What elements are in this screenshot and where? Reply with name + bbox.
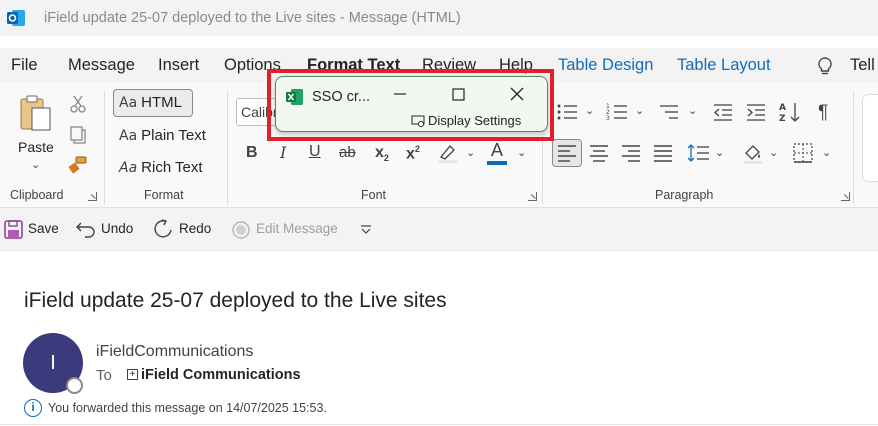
rich-text-button[interactable]: Aa Rich Text [119, 159, 203, 176]
edit-message-button: Edit Message [256, 221, 338, 236]
tab-table-design[interactable]: Table Design [558, 56, 653, 75]
ribbon-separator [853, 92, 854, 204]
increase-indent-icon[interactable] [745, 102, 767, 127]
multilevel-dropdown-icon[interactable]: ⌄ [688, 104, 697, 117]
bullets-dropdown-icon[interactable]: ⌄ [585, 104, 594, 117]
svg-text:Z: Z [779, 114, 786, 124]
underline-button[interactable]: U [309, 143, 321, 161]
tab-table-layout[interactable]: Table Layout [677, 56, 771, 75]
paragraph-launcher-icon[interactable] [841, 192, 850, 201]
font-launcher-icon[interactable] [528, 192, 537, 201]
message-subject: iField update 25-07 deployed to the Live… [24, 289, 447, 312]
numbering-dropdown-icon[interactable]: ⌄ [635, 104, 644, 117]
copy-icon[interactable] [69, 125, 87, 150]
paste-icon[interactable] [18, 94, 56, 139]
save-button[interactable]: Save [28, 221, 59, 236]
tab-options[interactable]: Options [224, 56, 281, 75]
outlook-app-icon[interactable] [6, 8, 26, 28]
display-settings-icon [411, 115, 425, 133]
info-icon: i [24, 399, 42, 417]
quick-access-toolbar: Save Undo Redo Edit Message [0, 208, 878, 251]
highlight-icon[interactable] [437, 142, 459, 169]
font-color-swatch [487, 161, 507, 165]
ribbon-separator [104, 92, 105, 204]
excel-app-icon [286, 88, 304, 111]
window-thumbnail-popup[interactable]: SSO cr... Display Settings [275, 76, 548, 132]
align-center-icon[interactable] [589, 144, 609, 167]
tab-tell-me[interactable]: Tell [850, 56, 875, 75]
clipboard-group-label: Clipboard [10, 188, 64, 202]
undo-icon[interactable] [76, 219, 96, 244]
show-formatting-button[interactable]: ¶ [818, 102, 828, 124]
line-spacing-dropdown-icon[interactable]: ⌄ [715, 146, 724, 159]
font-color-button[interactable]: A [491, 140, 503, 161]
save-icon[interactable] [4, 220, 23, 244]
format-group-label: Format [144, 188, 184, 202]
tab-message[interactable]: Message [68, 56, 135, 75]
styles-gallery[interactable] [862, 94, 878, 182]
edit-message-icon [232, 221, 250, 244]
shading-icon[interactable] [742, 142, 764, 169]
multilevel-list-icon[interactable] [658, 102, 680, 127]
justify-icon[interactable] [653, 144, 673, 167]
paste-dropdown-icon[interactable]: ⌄ [31, 158, 40, 171]
font-group-label: Font [361, 188, 387, 202]
line-spacing-icon[interactable] [686, 143, 710, 168]
align-right-icon[interactable] [621, 144, 641, 167]
html-format-label: Aa HTML [119, 94, 182, 111]
strikethrough-button[interactable]: ab [339, 144, 356, 161]
sort-icon[interactable]: AZ [778, 100, 802, 129]
font-color-dropdown-icon[interactable]: ⌄ [517, 146, 526, 159]
align-left-icon [557, 144, 577, 167]
shading-dropdown-icon[interactable]: ⌄ [769, 146, 778, 159]
highlight-dropdown-icon[interactable]: ⌄ [466, 146, 475, 159]
borders-dropdown-icon[interactable]: ⌄ [822, 146, 831, 159]
tab-file[interactable]: File [11, 56, 38, 75]
italic-button[interactable]: I [280, 143, 286, 162]
tab-insert[interactable]: Insert [158, 56, 199, 75]
recipient-name[interactable]: iField Communications [141, 367, 301, 383]
format-painter-icon[interactable] [68, 155, 88, 180]
superscript-button[interactable]: x2 [406, 144, 420, 163]
window-title: iField update 25-07 deployed to the Live… [44, 10, 461, 26]
ribbon-separator [227, 92, 228, 204]
paste-button[interactable]: Paste [18, 139, 54, 155]
bold-button[interactable]: B [246, 144, 258, 162]
borders-icon[interactable] [793, 143, 813, 168]
maximize-icon[interactable] [452, 88, 465, 106]
sender-name[interactable]: iFieldCommunications [96, 343, 253, 361]
close-icon[interactable] [510, 87, 524, 106]
title-bar: iField update 25-07 deployed to the Live… [0, 0, 878, 36]
tab-help[interactable]: Help [499, 56, 533, 75]
forwarded-notice: You forwarded this message on 14/07/2025… [48, 401, 327, 415]
header-divider [0, 424, 878, 425]
decrease-indent-icon[interactable] [712, 102, 734, 127]
numbering-icon[interactable]: 123 [606, 102, 628, 127]
customize-toolbar-icon[interactable] [360, 223, 372, 241]
bullets-icon[interactable] [556, 102, 578, 127]
svg-text:3: 3 [606, 115, 610, 122]
tab-review[interactable]: Review [422, 56, 476, 75]
tab-format-text[interactable]: Format Text [307, 56, 400, 75]
expand-group-icon[interactable]: + [127, 369, 138, 380]
cut-icon[interactable] [69, 94, 87, 119]
plain-text-button[interactable]: Aa Plain Text [119, 127, 206, 144]
redo-icon[interactable] [152, 218, 174, 245]
clipboard-launcher-icon[interactable] [88, 192, 97, 201]
minimize-icon[interactable] [393, 87, 407, 106]
paragraph-group-label: Paragraph [655, 188, 714, 202]
redo-button[interactable]: Redo [179, 221, 211, 236]
subscript-button[interactable]: x2 [375, 144, 389, 163]
presence-status-icon [66, 377, 83, 394]
display-settings-label[interactable]: Display Settings [428, 113, 521, 128]
to-label: To [96, 367, 112, 384]
undo-button[interactable]: Undo [101, 221, 133, 236]
lightbulb-icon[interactable] [816, 56, 834, 76]
svg-text:A: A [779, 103, 786, 113]
font-name-input[interactable]: Calibri [236, 98, 276, 126]
popup-window-title: SSO cr... [312, 89, 371, 105]
